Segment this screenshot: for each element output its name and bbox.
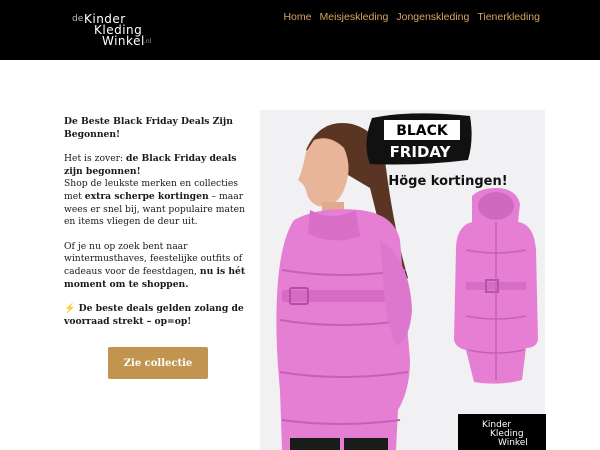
logo-line-3: Winkel [102,34,145,48]
nav-meisjeskleding[interactable]: Meisjeskleding [319,11,388,23]
paragraph-2: Of je nu op zoek bent naar wintermusthav… [64,241,250,291]
nav-jongenskleding[interactable]: Jongenskleding [396,11,469,23]
top-bar: de Kinder Kleding Winkel .nl Home Meisje… [0,0,600,60]
p1-a: Het is zover: [64,153,127,165]
promo-logo: Kinder Kleding Winkel [458,414,546,450]
badge-line-1: BLACK [396,123,449,139]
paragraph-1: Het is zover: de Black Friday deals zijn… [64,153,250,229]
logo-suffix: .nl [144,38,152,45]
badge-line-2: FRIDAY [390,143,452,161]
tagline: Höge kortingen! [388,174,507,189]
paragraph-3: ⚡ De beste deals gelden zolang de voorra… [64,303,250,328]
promo-logo-line-3: Winkel [498,438,528,448]
promo-illustration: BLACK FRIDAY Höge kortingen! [260,110,545,450]
site-logo[interactable]: de Kinder Kleding Winkel .nl [72,12,154,48]
see-collection-button[interactable]: Zie collectie [108,347,208,379]
heading: De Beste Black Friday Deals Zijn Begonne… [64,116,250,141]
heading-text: De Beste Black Friday Deals Zijn Begonne… [64,116,233,140]
nav-tienerkleding[interactable]: Tienerkleding [477,11,540,23]
promo-image[interactable]: BLACK FRIDAY Höge kortingen! [260,110,545,450]
nav-home[interactable]: Home [283,11,311,23]
main-nav: Home Meisjeskleding Jongenskleding Tiene… [283,11,540,23]
p1-d: extra scherpe kortingen [84,190,209,202]
logo-de: de [72,14,84,24]
p3-text: ⚡ De beste deals gelden zolang de voorra… [64,303,244,327]
promo-text: De Beste Black Friday Deals Zijn Begonne… [64,116,250,340]
